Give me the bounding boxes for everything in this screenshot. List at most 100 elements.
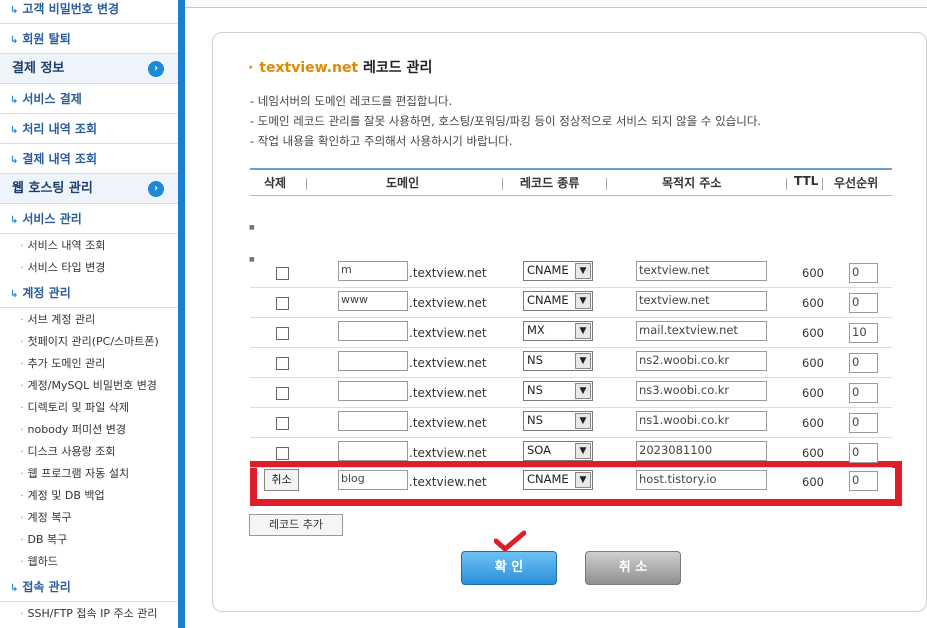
sidebar-menu-item[interactable]: ↳ 회원 탈퇴	[0, 24, 178, 54]
chevron-down-icon[interactable]: ▼	[575, 293, 591, 309]
domain-host-input[interactable]: www	[338, 291, 408, 311]
delete-checkbox[interactable]	[276, 447, 289, 460]
sidebar-menu-item[interactable]: ↳ 접속 관리	[0, 572, 178, 602]
bullet-icon: ·	[20, 467, 24, 480]
page-title-text: 레코드 관리	[363, 60, 433, 76]
record-type-value: SOA	[527, 443, 552, 457]
cancel-row-button[interactable]: 취소	[264, 469, 299, 491]
destination-input[interactable]: host.tistory.io	[636, 470, 767, 490]
sidebar-menu-label: 접속 관리	[22, 580, 71, 594]
record-type-select[interactable]: NS ▼	[523, 381, 593, 401]
sidebar-sub-item[interactable]: · SSH/FTP 접속 IP 주소 관리	[0, 603, 178, 625]
chevron-down-icon[interactable]: ▼	[575, 443, 591, 459]
sidebar-menu-item[interactable]: ↳ 고객 비밀번호 변경	[0, 0, 178, 24]
sidebar-menu-item[interactable]: ↳ 서비스 관리	[0, 204, 178, 234]
sidebar-sub-item[interactable]: · nobody 퍼미션 변경	[0, 419, 178, 441]
sidebar-sub-item[interactable]: · 계정 복구	[0, 507, 178, 529]
priority-input[interactable]: 0	[849, 353, 878, 373]
sidebar-category[interactable]: 결제 정보 ›	[0, 54, 178, 84]
domain-host-input[interactable]	[338, 441, 408, 461]
sidebar-menu-label: 고객 비밀번호 변경	[22, 2, 120, 16]
chevron-down-icon[interactable]: ▼	[575, 413, 591, 429]
priority-input[interactable]: 0	[849, 413, 878, 433]
delete-checkbox[interactable]	[276, 327, 289, 340]
header-record-type: 레코드 종류	[520, 176, 580, 190]
sidebar-sub-item[interactable]: · 추가 도메인 관리	[0, 353, 178, 375]
sidebar-menu-item[interactable]: ↳ 계정 관리	[0, 278, 178, 308]
header-priority: 우선순위	[834, 176, 879, 190]
record-type-select[interactable]: CNAME ▼	[523, 291, 593, 311]
sidebar-sub-item[interactable]: · 서비스 타입 변경	[0, 257, 178, 279]
record-type-select[interactable]: CNAME ▼	[523, 261, 593, 281]
destination-input[interactable]: textview.net	[636, 291, 767, 311]
sidebar-menu-item[interactable]: ↳ 처리 내역 조회	[0, 114, 178, 144]
destination-input[interactable]: ns2.woobi.co.kr	[636, 351, 767, 371]
sidebar-sub-item[interactable]: · 웹하드	[0, 551, 178, 573]
chevron-down-icon[interactable]: ▼	[575, 353, 591, 369]
chevron-right-icon[interactable]: ›	[148, 61, 164, 77]
domain-host-input[interactable]	[338, 321, 408, 341]
sidebar-sub-item[interactable]: · 계정/MySQL 비밀번호 변경	[0, 375, 178, 397]
sidebar-sub-label: 웹하드	[27, 555, 58, 568]
record-type-select[interactable]: NS ▼	[523, 351, 593, 371]
delete-checkbox[interactable]	[276, 387, 289, 400]
chevron-down-icon[interactable]: ▼	[575, 323, 591, 339]
priority-input[interactable]: 10	[849, 323, 878, 343]
add-record-button[interactable]: 레코드 추가	[249, 514, 343, 536]
arrow-icon: ↳	[10, 289, 19, 300]
domain-host-input[interactable]: m	[338, 261, 408, 281]
sidebar-menu-label: 회원 탈퇴	[22, 32, 71, 46]
record-type-select[interactable]: SOA ▼	[523, 441, 593, 461]
sidebar-menu-item[interactable]: ↳ 결제 내역 조회	[0, 144, 178, 174]
bullet-icon: ·	[20, 379, 24, 392]
sidebar-sub-item[interactable]: · 디스크 사용량 조회	[0, 441, 178, 463]
new-record-row: 취소 blog .textview.net CNAME ▼ host.tistor…	[250, 467, 892, 497]
bullet-icon: ·	[20, 357, 24, 370]
sidebar-sub-label: DB 복구	[27, 533, 68, 546]
delete-checkbox[interactable]	[276, 297, 289, 310]
destination-input[interactable]: ns1.woobi.co.kr	[636, 411, 767, 431]
bullet-icon: ·	[20, 261, 24, 274]
priority-input[interactable]: 0	[849, 471, 878, 491]
domain-host-input[interactable]	[338, 381, 408, 401]
chevron-down-icon[interactable]: ▼	[575, 383, 591, 399]
destination-input[interactable]: ns3.woobi.co.kr	[636, 381, 767, 401]
sidebar: ↳ 고객 비밀번호 변경 ↳ 회원 탈퇴 결제 정보 › ↳ 서비스 결제 ↳ 처리 내역 조회 ↳…	[0, 0, 180, 628]
delete-checkbox[interactable]	[276, 357, 289, 370]
sidebar-sub-item[interactable]: · 첫페이지 관리(PC/스마트폰)	[0, 331, 178, 353]
ttl-value: 600	[802, 266, 824, 280]
domain-host-input[interactable]	[338, 351, 408, 371]
sidebar-sub-item[interactable]: · 서브 계정 관리	[0, 309, 178, 331]
sidebar-sub-item[interactable]: · 디렉토리 및 파일 삭제	[0, 397, 178, 419]
cancel-button[interactable]: 취 소	[585, 551, 681, 585]
record-type-select[interactable]: CNAME ▼	[523, 470, 593, 490]
chevron-right-icon[interactable]: ›	[148, 181, 164, 197]
sidebar-category[interactable]: 웹 호스팅 관리 ›	[0, 174, 178, 204]
domain-host-input[interactable]: blog	[338, 470, 408, 490]
priority-input[interactable]: 0	[849, 443, 878, 463]
table-row: .textview.net SOA ▼ 2023081100 600 0	[250, 438, 892, 468]
record-type-select[interactable]: NS ▼	[523, 411, 593, 431]
priority-input[interactable]: 0	[849, 293, 878, 313]
sidebar-sub-item[interactable]: · 웹 프로그램 자동 설치	[0, 463, 178, 485]
arrow-icon: ↳	[10, 155, 19, 166]
chevron-down-icon[interactable]: ▼	[575, 263, 591, 279]
destination-input[interactable]: textview.net	[636, 261, 767, 281]
domain-host-input[interactable]	[338, 411, 408, 431]
sidebar-menu-item[interactable]: ↳ 서비스 결제	[0, 84, 178, 114]
sidebar-category-label: 웹 호스팅 관리	[12, 181, 93, 196]
sidebar-sub-item[interactable]: · 서비스 내역 조회	[0, 235, 178, 257]
confirm-button[interactable]: 확 인	[461, 551, 557, 585]
priority-input[interactable]: 0	[849, 383, 878, 403]
destination-input[interactable]: mail.textview.net	[636, 321, 767, 341]
record-type-select[interactable]: MX ▼	[523, 321, 593, 341]
chevron-down-icon[interactable]: ▼	[575, 472, 591, 488]
destination-input[interactable]: 2023081100	[636, 441, 767, 461]
sidebar-sub-item[interactable]: · DB 복구	[0, 529, 178, 551]
priority-input[interactable]: 0	[849, 263, 878, 283]
delete-checkbox[interactable]	[276, 417, 289, 430]
delete-checkbox[interactable]	[276, 267, 289, 280]
sidebar-sub-item[interactable]: · 계정 및 DB 백업	[0, 485, 178, 507]
page-title-brand: textview.net	[259, 60, 359, 76]
header-domain: 도메인	[386, 176, 420, 190]
